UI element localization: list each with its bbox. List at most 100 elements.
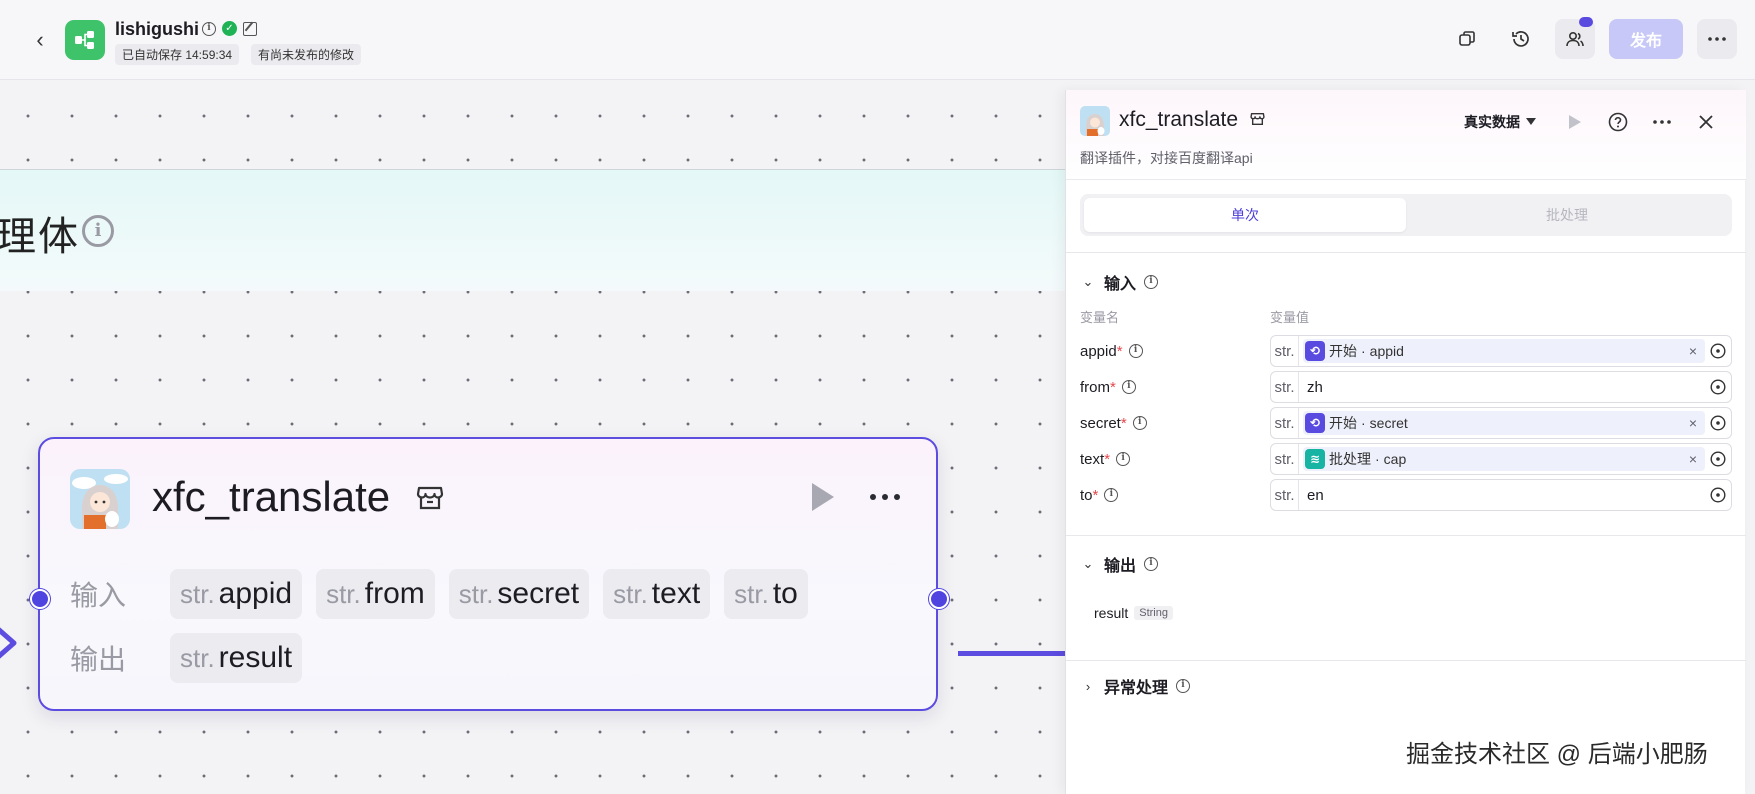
divider xyxy=(1066,660,1746,661)
param-row-text: text * i str. ≋ 批处理 · cap × xyxy=(1080,443,1732,475)
panel-title: xfc_translate xyxy=(1119,108,1239,131)
input-chip: str. appid xyxy=(170,569,303,619)
info-icon[interactable]: i xyxy=(1144,557,1159,571)
clear-icon[interactable]: × xyxy=(1689,343,1697,359)
chevron-right-icon: › xyxy=(1085,678,1091,694)
more-icon[interactable] xyxy=(1697,19,1737,59)
info-icon[interactable]: i xyxy=(82,215,114,247)
input-chip: str. secret xyxy=(448,569,590,619)
output-variable: result String xyxy=(1094,605,1173,621)
history-icon[interactable] xyxy=(1501,19,1541,59)
notification-badge xyxy=(1579,17,1593,27)
outputs-label: 输出 xyxy=(70,644,127,675)
variable-picker-icon[interactable] xyxy=(1705,410,1731,436)
clear-icon[interactable]: × xyxy=(1689,451,1697,467)
param-value-input[interactable]: str. ⟲ 开始 · secret × xyxy=(1270,407,1732,439)
info-icon[interactable]: i xyxy=(1176,679,1191,693)
batch-node-icon: ≋ xyxy=(1305,449,1325,469)
param-row-secret: secret * i str. ⟲ 开始 · secret × xyxy=(1080,407,1732,439)
tab-single[interactable]: 单次 xyxy=(1084,198,1406,232)
input-section-toggle[interactable]: ⌄ 输入 i xyxy=(1080,270,1159,294)
variable-reference[interactable]: ⟲ 开始 · secret × xyxy=(1303,411,1705,435)
clear-icon[interactable]: × xyxy=(1689,415,1697,431)
store-icon xyxy=(1250,112,1265,131)
param-value-input[interactable]: str. ⟲ 开始 · appid × xyxy=(1270,335,1732,367)
param-row-to: to * i str. en xyxy=(1080,479,1732,511)
watermark: 掘金技术社区 @ 后端小肥肠 xyxy=(1406,741,1708,768)
input-chip: str. text xyxy=(603,569,711,619)
column-header-value: 变量值 xyxy=(1270,310,1310,325)
param-value-input[interactable]: str. ≋ 批处理 · cap × xyxy=(1270,443,1732,475)
info-icon[interactable]: i xyxy=(202,21,216,36)
info-icon[interactable]: i xyxy=(1116,452,1131,466)
error-handling-toggle[interactable]: › 异常处理 i xyxy=(1080,674,1191,698)
top-bar: ‹ lishigushi i ✓ 已自动保存 14:59:34 有尚未发布的修改… xyxy=(0,0,1755,80)
node-config-panel: xfc_translate 翻译插件，对接百度翻译api 真实数据 单次 批处理… xyxy=(1065,90,1746,794)
app-logo xyxy=(65,20,105,60)
caret-down-icon xyxy=(1526,118,1536,125)
collaborators-icon[interactable] xyxy=(1555,17,1595,59)
param-value-input[interactable]: str. en xyxy=(1270,479,1732,511)
variable-reference[interactable]: ⟲ 开始 · appid × xyxy=(1303,339,1705,363)
divider xyxy=(1066,252,1746,253)
tab-batch[interactable]: 批处理 xyxy=(1406,198,1728,232)
incoming-edge-arrow xyxy=(0,627,17,659)
output-chip: str. result xyxy=(170,633,303,683)
plugin-avatar xyxy=(70,469,130,529)
output-port[interactable] xyxy=(929,589,949,609)
divider xyxy=(1066,535,1746,536)
node-outputs-row: 输出 str. result xyxy=(70,633,303,683)
unpublished-badge: 有尚未发布的修改 xyxy=(251,44,362,65)
group-title: 理体 xyxy=(0,215,80,259)
back-icon[interactable]: ‹ xyxy=(28,27,52,52)
node-title: xfc_translate xyxy=(152,473,391,520)
batch-group-header xyxy=(0,169,1065,291)
outgoing-edge xyxy=(958,651,1065,656)
copy-icon[interactable] xyxy=(1447,19,1487,59)
info-icon[interactable]: i xyxy=(1144,275,1159,289)
panel-description: 翻译插件，对接百度翻译api xyxy=(1080,150,1253,166)
data-mode-select[interactable]: 真实数据 xyxy=(1464,112,1536,132)
inputs-label: 输入 xyxy=(70,580,127,611)
input-chip: str. to xyxy=(724,569,808,619)
input-port[interactable] xyxy=(30,589,50,609)
help-icon[interactable] xyxy=(1600,104,1636,140)
column-header-name: 变量名 xyxy=(1080,310,1120,325)
run-icon[interactable] xyxy=(1556,104,1592,140)
variable-picker-icon[interactable] xyxy=(1705,446,1731,472)
app-name: lishigushi xyxy=(115,19,200,39)
info-icon[interactable]: i xyxy=(1128,344,1143,358)
info-icon[interactable]: i xyxy=(1121,380,1136,394)
variable-picker-icon[interactable] xyxy=(1705,338,1731,364)
run-icon[interactable] xyxy=(800,477,840,517)
info-icon[interactable]: i xyxy=(1132,416,1147,430)
store-icon xyxy=(416,485,444,516)
autosave-badge: 已自动保存 14:59:34 xyxy=(115,44,240,65)
workflow-canvas[interactable]: 理体 i xfc_translate 输入 str. appid str. fr… xyxy=(0,80,1065,794)
variable-reference[interactable]: ≋ 批处理 · cap × xyxy=(1303,447,1705,471)
panel-header: xfc_translate 翻译插件，对接百度翻译api 真实数据 xyxy=(1066,90,1746,180)
plugin-node[interactable]: xfc_translate 输入 str. appid str. from str.… xyxy=(30,437,949,711)
param-value-input[interactable]: str. zh xyxy=(1270,371,1732,403)
variable-picker-icon[interactable] xyxy=(1705,482,1731,508)
param-row-from: from * i str. zh xyxy=(1080,371,1732,403)
info-icon[interactable]: i xyxy=(1104,488,1119,502)
input-chip: str. from xyxy=(316,569,435,619)
start-node-icon: ⟲ xyxy=(1305,413,1325,433)
type-badge: String xyxy=(1134,606,1173,620)
verified-icon: ✓ xyxy=(222,21,237,36)
output-section-toggle[interactable]: ⌄ 输出 i xyxy=(1080,552,1159,576)
chevron-down-icon: ⌄ xyxy=(1082,556,1094,571)
more-icon[interactable] xyxy=(860,477,910,517)
more-icon[interactable] xyxy=(1644,104,1680,140)
publish-button[interactable]: 发布 xyxy=(1609,19,1683,59)
variable-picker-icon[interactable] xyxy=(1705,374,1731,400)
chevron-down-icon: ⌄ xyxy=(1082,274,1094,289)
param-row-appid: appid * i str. ⟲ 开始 · appid × xyxy=(1080,335,1732,367)
start-node-icon: ⟲ xyxy=(1305,341,1325,361)
close-icon[interactable] xyxy=(1688,104,1724,140)
mode-tabs: 单次 批处理 xyxy=(1080,194,1732,236)
edit-icon[interactable] xyxy=(243,21,257,36)
node-inputs-row: 输入 str. appid str. from str. secret str. tex… xyxy=(70,569,808,619)
plugin-avatar xyxy=(1080,106,1110,136)
